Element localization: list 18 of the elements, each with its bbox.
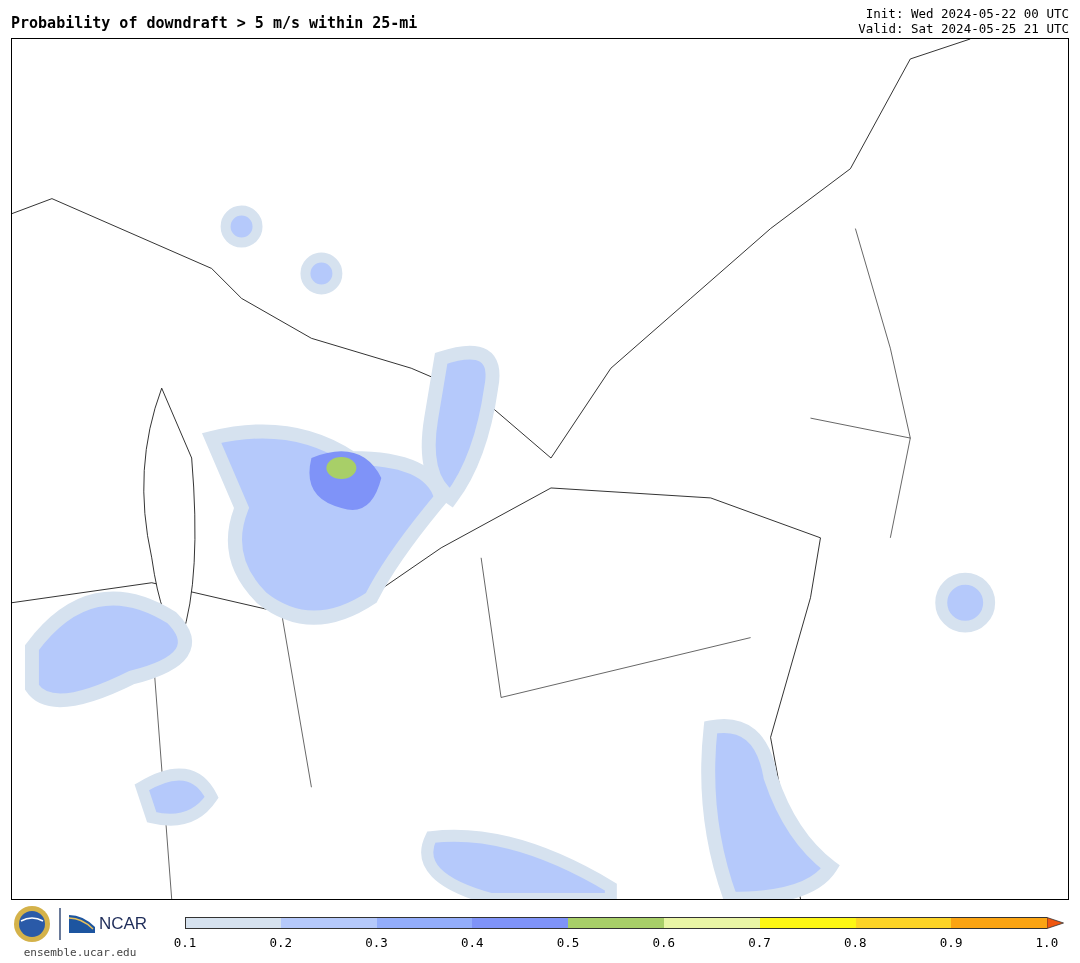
tick-label: 0.8: [843, 935, 868, 950]
tick-label: 0.6: [651, 935, 677, 950]
globe-seal-icon: [12, 905, 51, 943]
site-url: ensemble.ucar.edu: [23, 946, 137, 959]
init-time: Init: Wed 2024-05-22 00 UTC: [864, 6, 1069, 21]
tick-label: 0.9: [938, 935, 964, 950]
logo-text: NCAR: [98, 914, 148, 934]
tick-label: 0.2: [268, 935, 294, 950]
plot-title: Probability of downdraft > 5 m/s within 25-mi: [11, 14, 418, 34]
tick-label: 0.7: [747, 935, 772, 950]
tick-label: 0.1: [172, 935, 198, 950]
divider-line-icon: [58, 908, 61, 940]
swoosh-logo-icon: [68, 915, 95, 933]
tick-label: 0.3: [364, 935, 389, 950]
tick-label: 0.4: [460, 935, 485, 950]
tick-label: 0.5: [555, 935, 581, 950]
tick-label: 1.0: [1034, 935, 1060, 950]
valid-time: Valid: Sat 2024-05-25 21 UTC: [858, 21, 1069, 36]
